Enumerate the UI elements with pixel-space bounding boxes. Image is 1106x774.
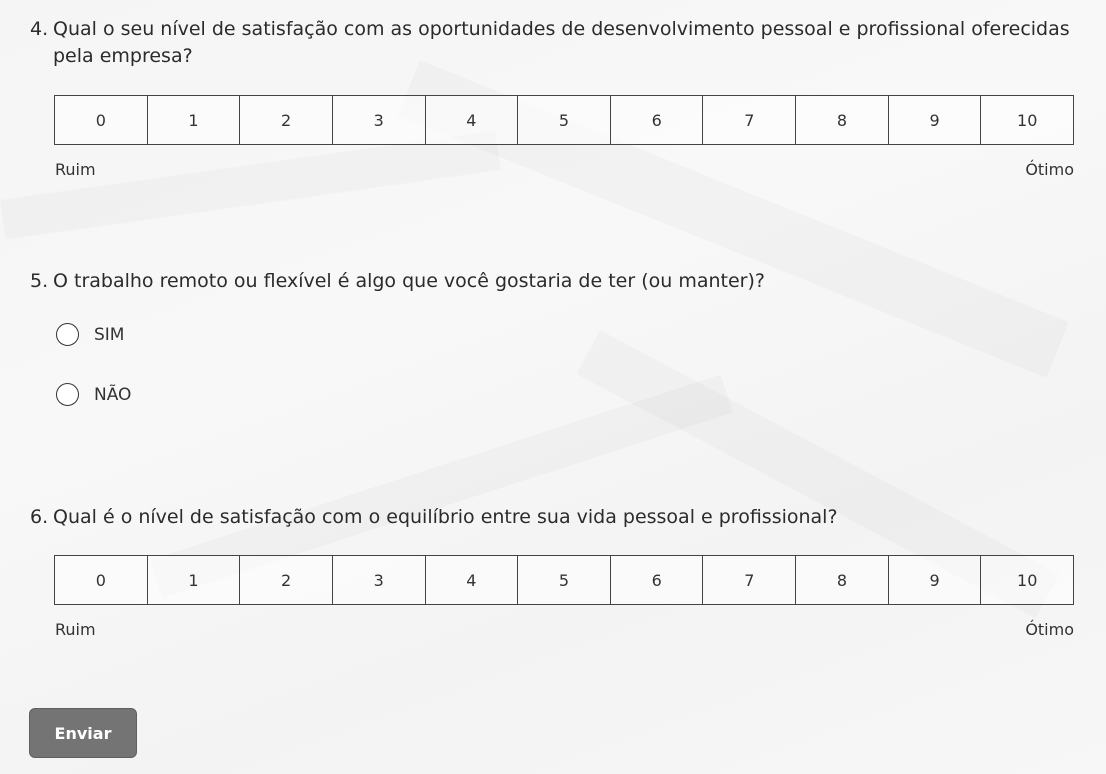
rating-option-7[interactable]: 7 <box>703 556 797 604</box>
radio-label: NÃO <box>94 384 132 405</box>
question-text: O trabalho remoto ou flexível é algo que… <box>53 270 765 292</box>
rating-option-10[interactable]: 10 <box>981 556 1073 604</box>
rating-option-1[interactable]: 1 <box>148 96 241 144</box>
rating-option-2[interactable]: 2 <box>240 96 333 144</box>
rating-option-4[interactable]: 4 <box>426 96 519 144</box>
scale-low-label: Ruim <box>55 620 96 639</box>
rating-option-3[interactable]: 3 <box>333 96 426 144</box>
rating-scale-q4: 0 1 2 3 4 5 6 7 8 9 10 <box>54 95 1074 145</box>
rating-option-9[interactable]: 9 <box>889 96 982 144</box>
rating-option-0[interactable]: 0 <box>55 96 148 144</box>
question-number: 6. <box>30 506 49 528</box>
rating-option-5[interactable]: 5 <box>518 96 611 144</box>
rating-option-8[interactable]: 8 <box>796 556 889 604</box>
question-number: 4. <box>30 18 49 40</box>
rating-option-9[interactable]: 9 <box>889 556 982 604</box>
rating-option-0[interactable]: 0 <box>55 556 148 604</box>
rating-option-1[interactable]: 1 <box>148 556 241 604</box>
question-text: Qual é o nível de satisfação com o equil… <box>53 506 838 528</box>
scale-high-label: Ótimo <box>1025 620 1074 639</box>
question-4: 4. Qual o seu nível de satisfação com as… <box>30 16 1080 70</box>
question-text: Qual o seu nível de satisfação com as op… <box>53 18 1070 67</box>
radio-option-nao[interactable]: NÃO <box>56 383 131 406</box>
rating-option-5[interactable]: 5 <box>518 556 611 604</box>
rating-option-2[interactable]: 2 <box>240 556 333 604</box>
rating-scale-q6: 0 1 2 3 4 5 6 7 8 9 10 <box>54 555 1074 605</box>
question-title: 6. Qual é o nível de satisfação com o eq… <box>30 504 1080 531</box>
question-6: 6. Qual é o nível de satisfação com o eq… <box>30 504 1080 531</box>
submit-button[interactable]: Enviar <box>29 708 137 758</box>
rating-option-3[interactable]: 3 <box>333 556 426 604</box>
scale-high-label: Ótimo <box>1025 160 1074 179</box>
question-title: 5. O trabalho remoto ou flexível é algo … <box>30 268 1080 295</box>
question-title: 4. Qual o seu nível de satisfação com as… <box>30 16 1080 70</box>
radio-label: SIM <box>94 324 125 345</box>
radio-button[interactable] <box>56 383 79 406</box>
question-number: 5. <box>30 270 49 292</box>
scale-low-label: Ruim <box>55 160 96 179</box>
rating-option-6[interactable]: 6 <box>611 96 704 144</box>
rating-option-7[interactable]: 7 <box>703 96 797 144</box>
radio-option-sim[interactable]: SIM <box>56 323 124 346</box>
rating-option-10[interactable]: 10 <box>981 96 1073 144</box>
rating-option-6[interactable]: 6 <box>611 556 704 604</box>
question-5: 5. O trabalho remoto ou flexível é algo … <box>30 268 1080 295</box>
rating-option-8[interactable]: 8 <box>796 96 889 144</box>
radio-button[interactable] <box>56 323 79 346</box>
rating-option-4[interactable]: 4 <box>426 556 519 604</box>
